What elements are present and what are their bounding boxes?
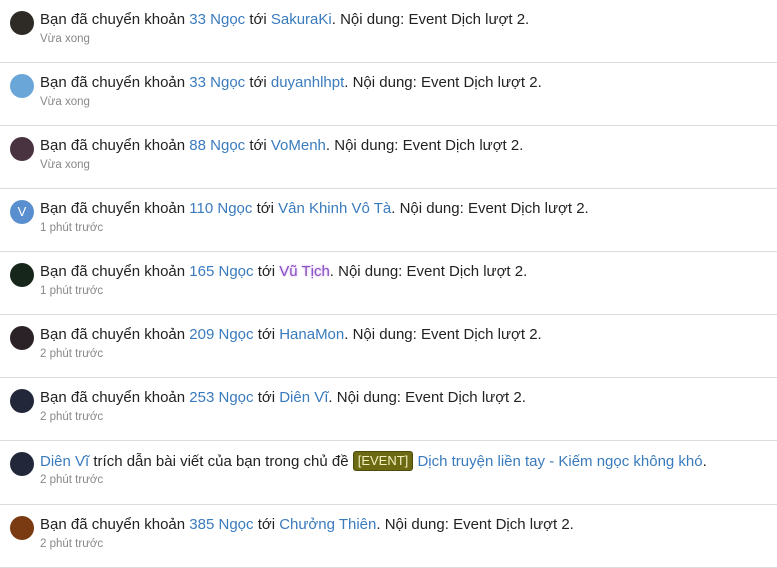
transfer-content: . Nội dung: Event Dịch lượt 2. [331,11,530,28]
timestamp: 2 phút trước [40,348,104,360]
thread-link[interactable]: Dịch truyện liền tay - Kiếm ngọc không k… [417,453,702,470]
notification-text: Bạn đã chuyển khoản 33 Ngọc tới SakuraKi… [40,10,767,30]
notification-text: Bạn đã chuyển khoản 385 Ngọc tới Chưởng … [40,515,767,535]
transfer-prefix: Bạn đã chuyển khoản [40,74,186,91]
user-avatar[interactable] [10,452,34,476]
amount-link[interactable]: 165 Ngọc [189,263,253,280]
notification-item[interactable]: Bạn đã chuyển khoản 209 Ngọc tới HanaMon… [0,315,777,378]
transfer-content: . Nội dung: Event Dịch lượt 2. [328,389,526,406]
transfer-prefix: Bạn đã chuyển khoản [40,200,186,217]
to-word: tới [249,11,267,28]
recipient-user-link[interactable]: Vũ Tịch [279,263,330,280]
user-avatar[interactable] [10,389,34,413]
to-word: tới [256,200,274,217]
timestamp: 2 phút trước [40,538,104,550]
transfer-content: . Nội dung: Event Dịch lượt 2. [325,137,524,154]
user-avatar[interactable] [10,516,34,540]
avatar-letter: V [17,204,27,219]
timestamp: Vừa xong [40,33,90,45]
recipient-user-link[interactable]: Vân Khinh Vô Tà [278,200,391,217]
notification-item[interactable]: Diên Vĩ trích dẫn bài viết của bạn trong… [0,441,777,505]
notification-text: Bạn đã chuyển khoản 165 Ngọc tới Vũ Tịch… [40,262,767,282]
amount-link[interactable]: 110 Ngọc [189,200,252,217]
timestamp: 1 phút trước [40,222,104,234]
recipient-user-link[interactable]: HanaMon [279,326,344,343]
user-avatar[interactable] [10,137,34,161]
quote-text: trích dẫn bài viết của bạn trong chủ đề [93,453,349,470]
transfer-prefix: Bạn đã chuyển khoản [40,516,186,533]
quoting-user-link[interactable]: Diên Vĩ [40,453,89,470]
user-avatar[interactable]: V [10,200,34,224]
to-word: tới [249,137,267,154]
notification-item[interactable]: Bạn đã chuyển khoản 385 Ngọc tới Chưởng … [0,505,777,568]
notification-text: Bạn đã chuyển khoản 209 Ngọc tới HanaMon… [40,325,767,345]
amount-link[interactable]: 33 Ngọc [189,11,245,28]
timestamp: 2 phút trước [40,474,104,486]
notification-item[interactable]: Bạn đã chuyển khoản 88 Ngọc tới VoMenh. … [0,126,777,189]
notification-item[interactable]: Bạn đã chuyển khoản 253 Ngọc tới Diên Vĩ… [0,378,777,441]
transfer-prefix: Bạn đã chuyển khoản [40,263,186,280]
to-word: tới [257,263,276,280]
notification-text: Bạn đã chuyển khoản 253 Ngọc tới Diên Vĩ… [40,388,767,408]
to-word: tới [257,389,276,406]
amount-link[interactable]: 385 Ngọc [189,516,253,533]
timestamp: Vừa xong [40,96,90,108]
notification-item[interactable]: Bạn đã chuyển khoản 33 Ngọc tới SakuraKi… [0,0,777,63]
transfer-content: . Nội dung: Event Dịch lượt 2. [344,74,542,91]
transfer-content: . Nội dung: Event Dịch lượt 2. [376,516,574,533]
notification-item[interactable]: V Bạn đã chuyển khoản 110 Ngọc tới Vân Kh… [0,189,777,252]
recipient-user-link[interactable]: duyanhlhpt [271,74,344,91]
timestamp: Vừa xong [40,159,90,171]
user-avatar[interactable] [10,263,34,287]
to-word: tới [257,516,276,533]
amount-link[interactable]: 209 Ngọc [189,326,253,343]
amount-link[interactable]: 33 Ngọc [189,74,245,91]
recipient-user-link[interactable]: Chưởng Thiên [279,516,376,533]
user-avatar[interactable] [10,326,34,350]
timestamp: 2 phút trước [40,411,104,423]
amount-link[interactable]: 88 Ngọc [189,137,245,154]
transfer-content: . Nội dung: Event Dịch lượt 2. [391,200,589,217]
recipient-user-link[interactable]: SakuraKi [271,11,332,28]
notification-text: Diên Vĩ trích dẫn bài viết của bạn trong… [40,451,767,472]
thread-prefix-tag: [EVENT] [352,451,414,471]
notification-text: Bạn đã chuyển khoản 88 Ngọc tới VoMenh. … [40,136,767,156]
quote-end: . [702,453,707,470]
notification-text: Bạn đã chuyển khoản 33 Ngọc tới duyanhlh… [40,73,767,93]
transfer-prefix: Bạn đã chuyển khoản [40,137,186,154]
recipient-user-link[interactable]: VoMenh [271,137,326,154]
transfer-prefix: Bạn đã chuyển khoản [40,326,186,343]
transfer-content: . Nội dung: Event Dịch lượt 2. [344,326,542,343]
timestamp: 1 phút trước [40,285,104,297]
notification-list: Bạn đã chuyển khoản 33 Ngọc tới SakuraKi… [0,0,777,568]
notification-item[interactable]: Bạn đã chuyển khoản 33 Ngọc tới duyanhlh… [0,63,777,126]
transfer-content: . Nội dung: Event Dịch lượt 2. [329,263,528,280]
notification-item[interactable]: Bạn đã chuyển khoản 165 Ngọc tới Vũ Tịch… [0,252,777,315]
recipient-user-link[interactable]: Diên Vĩ [279,389,328,406]
user-avatar[interactable] [10,74,34,98]
user-avatar[interactable] [10,11,34,35]
transfer-prefix: Bạn đã chuyển khoản [40,389,186,406]
transfer-prefix: Bạn đã chuyển khoản [40,11,186,28]
amount-link[interactable]: 253 Ngọc [189,389,253,406]
to-word: tới [257,326,276,343]
notification-text: Bạn đã chuyển khoản 110 Ngọc tới Vân Khi… [40,199,767,219]
to-word: tới [249,74,267,91]
